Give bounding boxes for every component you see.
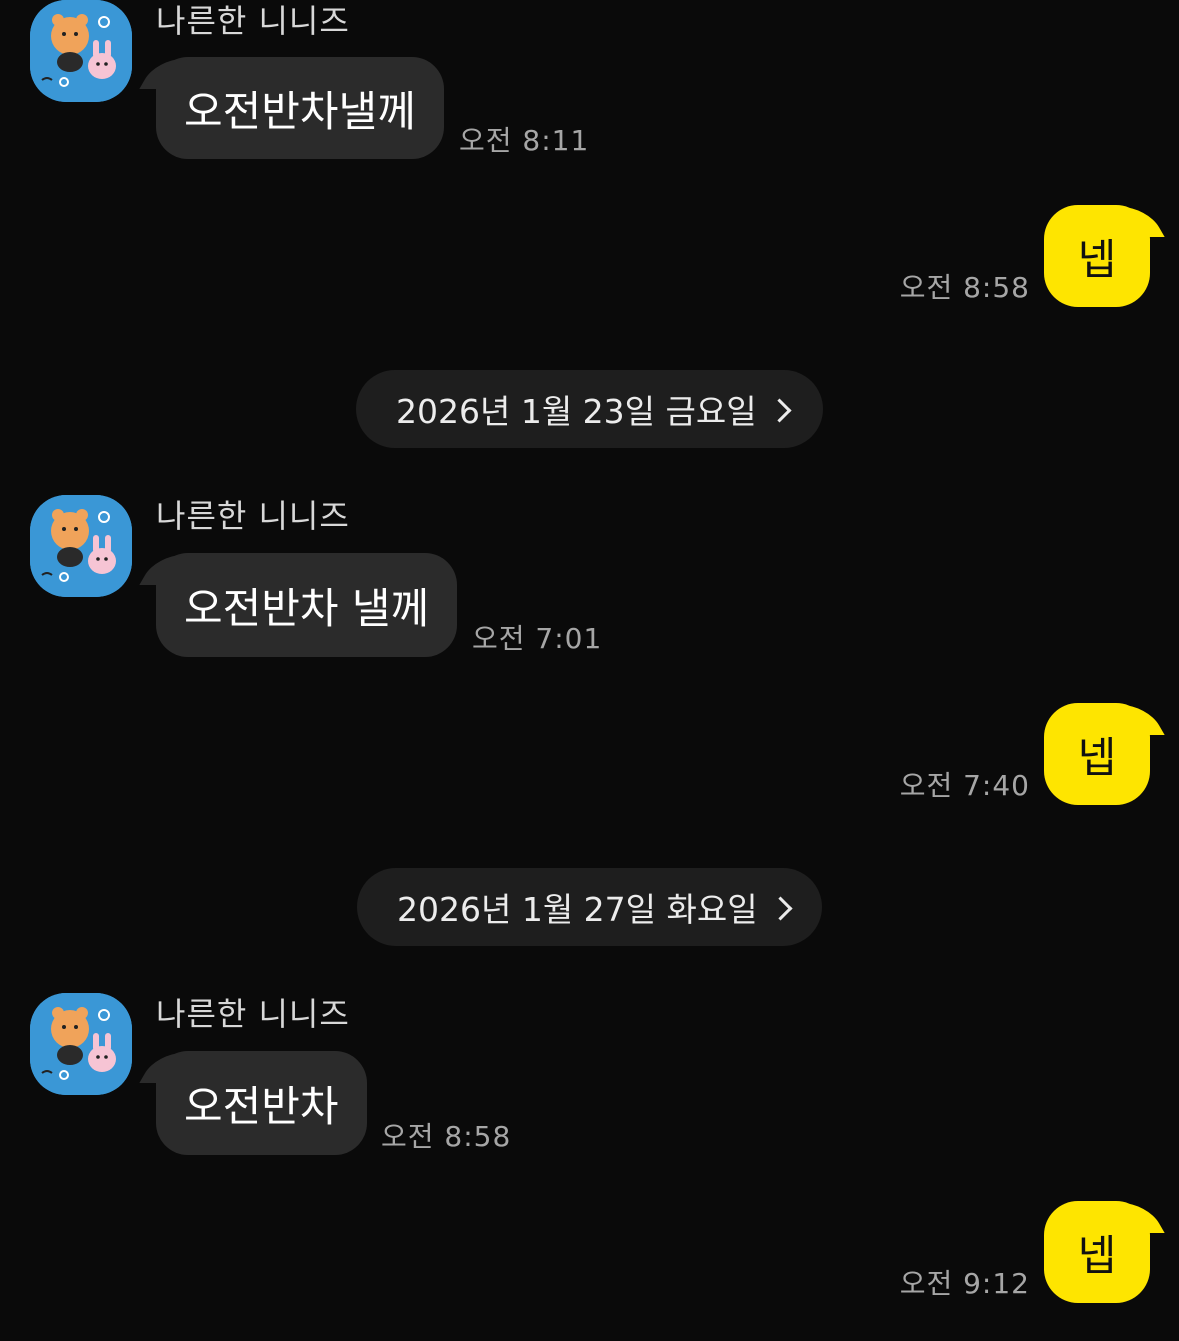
outgoing-message-bubble[interactable]: 넵 (1044, 1201, 1150, 1303)
chat-message-list[interactable]: 나른한 니니즈 오전반차낼께 오전 8:11 오전 8:58 넵 2026년 1… (0, 0, 1179, 1341)
message-time: 오전 7:40 (899, 769, 1030, 802)
message-time: 오전 7:01 (472, 622, 603, 655)
message-time: 오전 9:12 (899, 1267, 1030, 1300)
sender-avatar[interactable] (30, 495, 132, 597)
message-time: 오전 8:58 (381, 1120, 512, 1153)
incoming-message-bubble[interactable]: 오전반차 낼께 (156, 553, 458, 657)
avatar-sticker-icon (30, 993, 132, 1095)
outgoing-message-bubble[interactable]: 넵 (1044, 205, 1150, 307)
outgoing-message-bubble[interactable]: 넵 (1044, 703, 1150, 805)
incoming-message-bubble[interactable]: 오전반차낼께 (156, 57, 444, 159)
chevron-right-icon (768, 895, 793, 921)
avatar-sticker-icon (30, 495, 132, 597)
date-divider-label: 2026년 1월 23일 금요일 (396, 392, 757, 431)
incoming-message-bubble[interactable]: 오전반차 (156, 1051, 367, 1155)
sender-name: 나른한 니니즈 (156, 995, 350, 1033)
date-divider-label: 2026년 1월 27일 화요일 (397, 890, 758, 929)
date-divider[interactable]: 2026년 1월 23일 금요일 (356, 370, 823, 448)
sender-name: 나른한 니니즈 (156, 2, 350, 40)
chevron-right-icon (767, 397, 792, 423)
message-time: 오전 8:11 (459, 124, 590, 157)
date-divider[interactable]: 2026년 1월 27일 화요일 (357, 868, 822, 946)
sender-avatar[interactable] (30, 993, 132, 1095)
sender-avatar[interactable] (30, 0, 132, 102)
avatar-sticker-icon (30, 0, 132, 102)
message-time: 오전 8:58 (899, 271, 1030, 304)
sender-name: 나른한 니니즈 (156, 497, 350, 535)
